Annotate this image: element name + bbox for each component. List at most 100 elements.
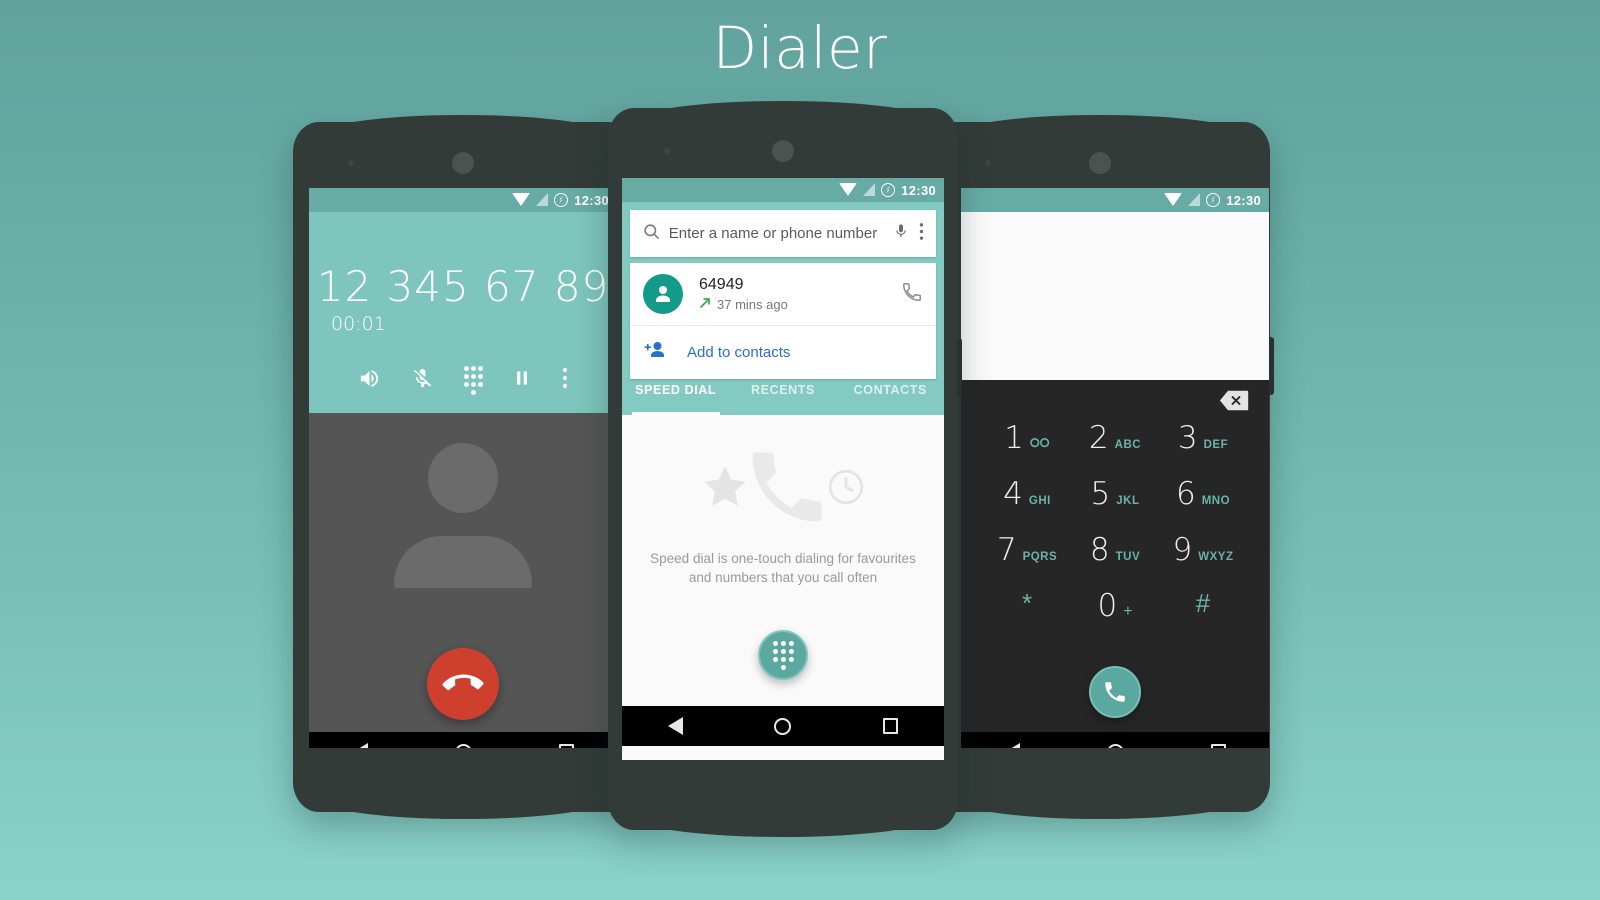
status-bar-time: 12:30 — [574, 192, 609, 208]
key-5[interactable]: 5 JKL — [1071, 476, 1159, 532]
add-to-contacts-item[interactable]: Add to contacts — [630, 326, 936, 379]
key-2[interactable]: 2 ABC — [1071, 420, 1159, 476]
call-body — [309, 413, 617, 732]
empty-state-icons — [622, 437, 944, 541]
signal-icon — [863, 183, 876, 196]
wifi-icon — [512, 193, 531, 206]
call-time: 37 mins ago — [717, 297, 788, 312]
tab-speed-dial[interactable]: SPEED DIAL — [622, 379, 729, 415]
key-0[interactable]: 0 + — [1071, 588, 1159, 644]
voicemail-icon — [1030, 437, 1050, 448]
outgoing-call-arrow — [699, 297, 711, 312]
person-add-icon — [643, 340, 667, 365]
tab-contacts[interactable]: CONTACTS — [837, 379, 944, 415]
backspace-icon[interactable] — [1219, 390, 1249, 411]
tab-recents[interactable]: RECENTS — [729, 379, 836, 415]
in-call-screen: 12:30 12 345 67 89 00:01 — [309, 188, 617, 748]
list-item[interactable]: 64949 37 mins ago — [630, 263, 936, 326]
phone-icon — [741, 441, 833, 538]
signal-icon — [536, 193, 549, 206]
more-vert-icon[interactable] — [562, 367, 568, 394]
call-meta: 37 mins ago — [699, 297, 901, 312]
contact-name: 64949 — [699, 276, 744, 293]
proximity-sensor-icon — [348, 160, 354, 166]
phone-icon[interactable] — [901, 281, 923, 308]
front-camera-icon — [452, 152, 474, 174]
navigation-bar — [622, 706, 944, 746]
search-area: Enter a name or phone number 64949 37 mi… — [622, 202, 944, 379]
end-call-button[interactable] — [427, 648, 499, 720]
key-7[interactable]: 7 PQRS — [983, 532, 1071, 588]
battery-charging-icon — [881, 183, 896, 197]
home-icon[interactable] — [454, 743, 472, 748]
proximity-sensor-icon — [985, 160, 991, 166]
search-bar[interactable]: Enter a name or phone number — [630, 210, 936, 257]
key-8[interactable]: 8 TUV — [1071, 532, 1159, 588]
speed-dial-empty-state: Speed dial is one-touch dialing for favo… — [622, 415, 944, 706]
dial-input-display[interactable] — [961, 212, 1269, 380]
battery-charging-icon — [1206, 193, 1221, 207]
home-icon[interactable] — [1106, 743, 1124, 748]
front-camera-icon — [772, 140, 794, 162]
power-button[interactable] — [957, 338, 962, 396]
phone-device-dialpad: 12:30 1 2 ABC 3 DEF 4 GHI 5 JKL 6 MNO 7 … — [930, 115, 1274, 819]
list-item-texts: 64949 37 mins ago — [699, 276, 901, 312]
dialpad-fab[interactable] — [758, 630, 808, 680]
keypad-grid: 1 2 ABC 3 DEF 4 GHI 5 JKL 6 MNO 7 PQRS 8… — [961, 420, 1269, 644]
recents-icon[interactable] — [883, 718, 899, 734]
call-timer: 00:01 — [331, 313, 386, 335]
key-4[interactable]: 4 GHI — [983, 476, 1071, 532]
pause-icon[interactable] — [512, 368, 532, 393]
battery-charging-icon — [554, 193, 569, 207]
status-bar-time: 12:30 — [901, 182, 936, 198]
status-bar: 12:30 — [309, 188, 617, 212]
proximity-sensor-icon — [664, 148, 670, 154]
call-fab[interactable] — [1089, 666, 1141, 718]
key-6[interactable]: 6 MNO — [1159, 476, 1247, 532]
search-speed-dial-screen: 12:30 Enter a name or phone number 64949… — [622, 178, 944, 760]
speaker-icon[interactable] — [358, 367, 381, 395]
dialpad-icon[interactable] — [463, 366, 483, 395]
status-bar: 12:30 — [622, 178, 944, 202]
navigation-bar — [961, 732, 1269, 748]
back-icon[interactable] — [667, 717, 683, 735]
search-results-card: 64949 37 mins ago Add to contacts — [630, 263, 936, 379]
key-1[interactable]: 1 — [983, 420, 1071, 476]
call-number: 12 345 67 89 — [316, 262, 610, 311]
key-3[interactable]: 3 DEF — [1159, 420, 1247, 476]
back-icon[interactable] — [1004, 743, 1020, 748]
avatar — [394, 443, 532, 588]
search-icon — [642, 222, 661, 246]
signal-icon — [1188, 193, 1201, 206]
power-button[interactable] — [1269, 337, 1274, 395]
phone-device-in-call: 12:30 12 345 67 89 00:01 — [293, 115, 637, 819]
call-header: 12 345 67 89 00:01 — [309, 212, 617, 413]
status-bar: 12:30 — [961, 188, 1269, 212]
dialpad-screen: 12:30 1 2 ABC 3 DEF 4 GHI 5 JKL 6 MNO 7 … — [961, 188, 1269, 748]
empty-state-text: Speed dial is one-touch dialing for favo… — [622, 549, 944, 587]
wifi-icon — [839, 183, 858, 196]
recents-icon[interactable] — [558, 744, 574, 748]
mic-icon[interactable] — [893, 221, 909, 246]
front-camera-icon — [1089, 152, 1111, 174]
search-input[interactable]: Enter a name or phone number — [661, 225, 893, 242]
phone-device-search: 12:30 Enter a name or phone number 64949… — [608, 101, 962, 837]
mic-off-icon[interactable] — [411, 367, 434, 395]
back-icon[interactable] — [352, 743, 368, 748]
in-call-actions — [309, 366, 617, 395]
status-bar-time: 12:30 — [1226, 192, 1261, 208]
home-icon[interactable] — [774, 717, 792, 735]
empty-state-line1: Speed dial is one-touch dialing for favo… — [650, 551, 916, 566]
recents-icon[interactable] — [1210, 744, 1226, 748]
avatar — [643, 274, 683, 314]
tab-bar: SPEED DIAL RECENTS CONTACTS — [622, 379, 944, 415]
wifi-icon — [1164, 193, 1183, 206]
key-9[interactable]: 9 WXYZ — [1159, 532, 1247, 588]
dial-pad: 1 2 ABC 3 DEF 4 GHI 5 JKL 6 MNO 7 PQRS 8… — [961, 380, 1269, 732]
more-vert-icon[interactable] — [919, 222, 924, 246]
empty-state-line2: and numbers that you call often — [688, 570, 878, 585]
key-star[interactable]: * — [983, 588, 1071, 644]
navigation-bar — [309, 732, 617, 748]
add-to-contacts-label: Add to contacts — [687, 344, 791, 361]
key-hash[interactable]: # — [1159, 588, 1247, 644]
